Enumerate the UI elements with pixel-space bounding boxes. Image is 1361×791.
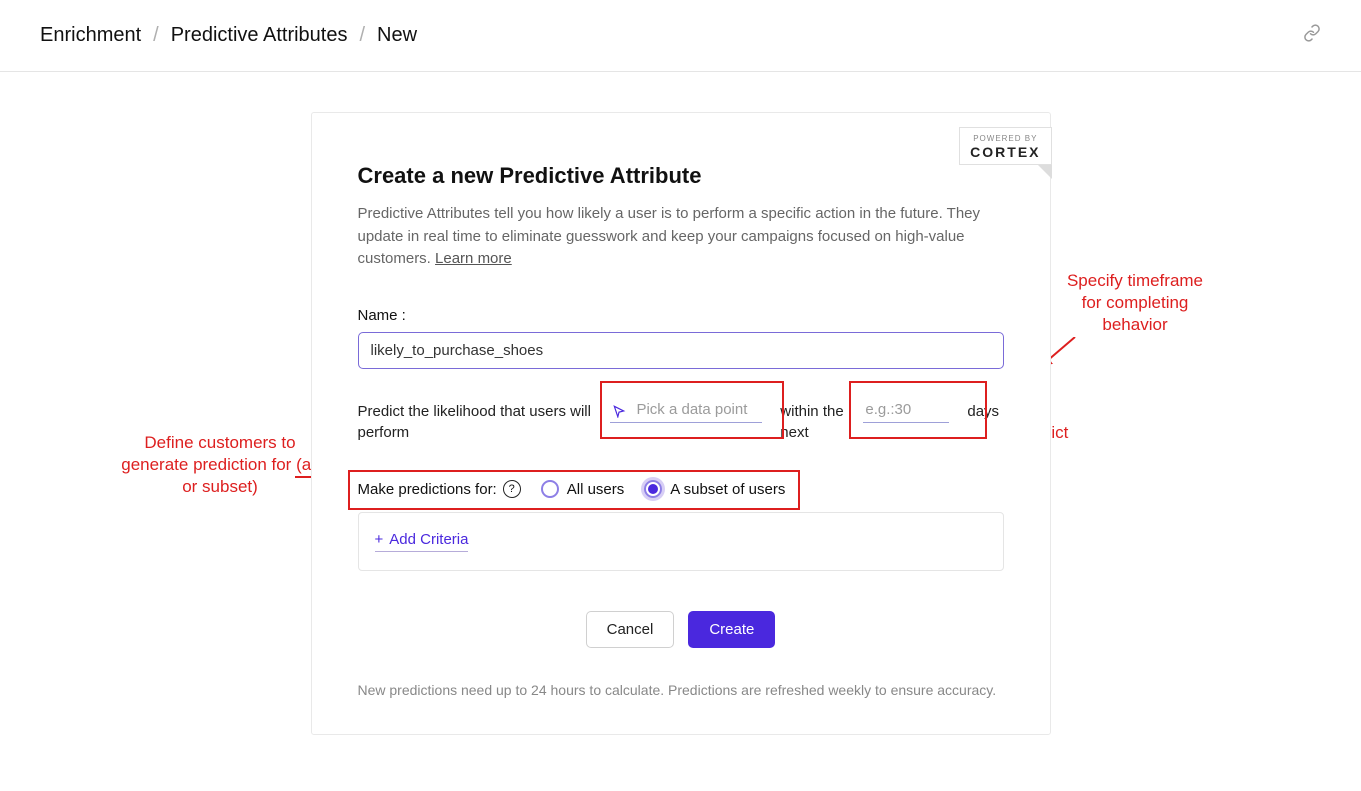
form-description: Predictive Attributes tell you how likel… <box>358 203 1004 271</box>
cortex-badge: POWERED BY CORTEX <box>959 127 1051 165</box>
breadcrumb-enrichment[interactable]: Enrichment <box>40 24 141 47</box>
button-row: Cancel Create <box>358 611 1004 648</box>
radio-subset-users[interactable]: A subset of users <box>644 480 785 498</box>
breadcrumb-new: New <box>377 24 417 47</box>
learn-more-link[interactable]: Learn more <box>435 250 512 267</box>
cursor-icon <box>612 403 626 425</box>
radio-icon <box>644 480 662 498</box>
data-point-wrap <box>610 397 762 423</box>
radio-icon <box>541 480 559 498</box>
sentence-part-2: within the next <box>780 397 845 445</box>
create-button[interactable]: Create <box>688 611 775 648</box>
main-content: Define customers to generate prediction … <box>0 112 1361 735</box>
breadcrumb-separator: / <box>359 24 365 47</box>
cancel-button[interactable]: Cancel <box>586 611 675 648</box>
timeframe-input[interactable] <box>863 397 949 423</box>
sentence-row: Predict the likelihood that users will p… <box>358 397 1004 445</box>
link-icon[interactable] <box>1303 24 1321 47</box>
data-point-input[interactable] <box>610 397 762 423</box>
plus-icon: + <box>375 531 384 548</box>
breadcrumb-separator: / <box>153 24 159 47</box>
form-card: POWERED BY CORTEX Create a new Predictiv… <box>311 112 1051 735</box>
top-header: Enrichment / Predictive Attributes / New <box>0 0 1361 72</box>
radio-all-users[interactable]: All users <box>541 480 625 498</box>
radio-subset-label: A subset of users <box>670 481 785 498</box>
predict-for-label: Make predictions for: ? <box>358 480 521 498</box>
cortex-name: CORTEX <box>970 144 1040 160</box>
cortex-powered-by: POWERED BY <box>970 134 1040 143</box>
add-criteria-label: Add Criteria <box>389 531 468 548</box>
radio-all-label: All users <box>567 481 625 498</box>
criteria-box: + Add Criteria <box>358 512 1004 571</box>
breadcrumb-predictive-attributes[interactable]: Predictive Attributes <box>171 24 348 47</box>
help-icon[interactable]: ? <box>503 480 521 498</box>
form-title: Create a new Predictive Attribute <box>358 163 1004 189</box>
add-criteria-button[interactable]: + Add Criteria <box>375 531 469 552</box>
name-label: Name : <box>358 307 1004 324</box>
footer-note: New predictions need up to 24 hours to c… <box>358 682 1004 698</box>
name-input[interactable] <box>358 332 1004 369</box>
badge-corner-fold <box>1038 165 1052 179</box>
annotation-left: Define customers to generate prediction … <box>120 432 320 498</box>
breadcrumb: Enrichment / Predictive Attributes / New <box>40 24 417 47</box>
annotation-right: Specify timeframe for completing behavio… <box>1060 270 1210 336</box>
predict-for-label-text: Make predictions for: <box>358 481 497 498</box>
sentence-part-3: days <box>967 397 1003 423</box>
predict-for-row: Make predictions for: ? All users A subs… <box>358 480 1004 498</box>
sentence-part-1: Predict the likelihood that users will p… <box>358 397 593 445</box>
